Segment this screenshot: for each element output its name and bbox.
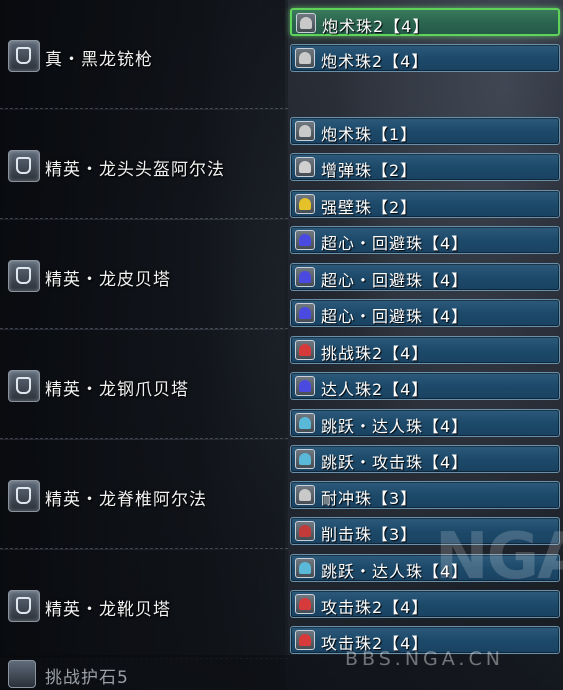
decoration-label: 炮术珠2【4】 xyxy=(322,17,430,36)
armor-name: 精英・龙钢爪贝塔 xyxy=(45,380,189,400)
gem-color xyxy=(299,489,311,501)
decoration-gem-icon xyxy=(295,376,315,396)
armor-row-helmet[interactable]: 精英・龙头头盔阿尔法 xyxy=(0,110,288,219)
decoration-gem-icon xyxy=(295,121,315,141)
charm-icon xyxy=(8,660,36,688)
decoration-gem-icon xyxy=(295,594,315,614)
gem-color xyxy=(299,417,311,429)
armor-row-chest[interactable]: 精英・龙皮贝塔 xyxy=(0,220,288,329)
decoration-gem-icon xyxy=(295,48,315,68)
gem-color xyxy=(299,271,311,283)
decoration-label: 跳跃・攻击珠【4】 xyxy=(321,453,469,472)
decoration-label: 达人珠2【4】 xyxy=(321,380,429,399)
decoration-slot[interactable]: 增弹珠【2】 xyxy=(290,153,560,181)
chest-icon xyxy=(8,260,40,292)
legs-icon xyxy=(8,590,40,622)
gem-color xyxy=(299,598,311,610)
gem-color xyxy=(299,562,311,574)
decoration-label: 炮术珠【1】 xyxy=(321,125,418,144)
decoration-gem-icon xyxy=(295,485,315,505)
watermark-url: BBS.NGA.CN xyxy=(345,648,504,670)
gem-color xyxy=(299,634,311,646)
decoration-slot[interactable]: 炮术珠2【4】 xyxy=(290,44,560,72)
decoration-slot[interactable]: 强壁珠【2】 xyxy=(290,190,560,218)
decoration-gem-icon xyxy=(295,303,315,323)
decoration-label: 挑战珠2【4】 xyxy=(321,344,429,363)
decoration-label: 耐冲珠【3】 xyxy=(321,489,418,508)
armor-name: 真・黑龙铳枪 xyxy=(45,50,153,70)
decoration-gem-icon xyxy=(295,194,315,214)
arms-icon xyxy=(8,370,40,402)
decoration-gem-icon xyxy=(295,558,315,578)
decoration-gem-icon xyxy=(295,630,315,650)
decoration-label: 跳跃・达人珠【4】 xyxy=(321,417,469,436)
gem-color xyxy=(299,125,311,137)
decoration-slot[interactable]: 攻击珠2【4】 xyxy=(290,590,560,618)
decoration-label: 超心・回避珠【4】 xyxy=(321,307,469,326)
decoration-slot[interactable]: 跳跃・攻击珠【4】 xyxy=(290,445,560,473)
decoration-slot[interactable]: 耐冲珠【3】 xyxy=(290,481,560,509)
gem-color xyxy=(299,344,311,356)
armor-name: 精英・龙靴贝塔 xyxy=(45,600,171,620)
gem-color xyxy=(299,234,311,246)
armor-row-waist[interactable]: 精英・龙脊椎阿尔法 xyxy=(0,440,288,549)
decoration-gem-icon xyxy=(295,230,315,250)
armor-name: 精英・龙皮贝塔 xyxy=(45,270,171,290)
decoration-slot[interactable]: 跳跃・达人珠【4】 xyxy=(290,409,560,437)
armor-row-arms[interactable]: 精英・龙钢爪贝塔 xyxy=(0,330,288,439)
gem-color xyxy=(299,161,311,173)
decoration-label: 削击珠【3】 xyxy=(321,525,418,544)
decoration-gem-icon xyxy=(295,267,315,287)
armor-name: 精英・龙脊椎阿尔法 xyxy=(45,490,207,510)
waist-icon xyxy=(8,480,40,512)
decoration-gem-icon xyxy=(296,13,316,33)
decoration-gem-icon xyxy=(295,340,315,360)
decoration-slot[interactable]: 超心・回避珠【4】 xyxy=(290,299,560,327)
gem-color xyxy=(299,525,311,537)
gem-color xyxy=(299,198,311,210)
decoration-slot[interactable]: 超心・回避珠【4】 xyxy=(290,263,560,291)
armor-name: 精英・龙头头盔阿尔法 xyxy=(45,160,225,180)
decoration-label: 攻击珠2【4】 xyxy=(321,598,429,617)
decoration-slot[interactable]: 达人珠2【4】 xyxy=(290,372,560,400)
helmet-icon xyxy=(8,150,40,182)
decoration-label: 超心・回避珠【4】 xyxy=(321,271,469,290)
decoration-gem-icon xyxy=(295,521,315,541)
gem-color xyxy=(299,380,311,392)
decoration-slot[interactable]: 炮术珠2【4】 xyxy=(290,8,560,36)
decoration-label: 增弹珠【2】 xyxy=(321,161,418,180)
charm-name: 挑战护石5 xyxy=(45,668,129,688)
decoration-label: 强壁珠【2】 xyxy=(321,198,418,217)
gem-color xyxy=(299,453,311,465)
gunlance-icon xyxy=(8,40,40,72)
decoration-label: 炮术珠2【4】 xyxy=(321,52,429,71)
armor-row-legs[interactable]: 精英・龙靴贝塔 xyxy=(0,550,288,659)
watermark-logo: NGA xyxy=(435,520,563,594)
decoration-label: 超心・回避珠【4】 xyxy=(321,234,469,253)
decoration-gem-icon xyxy=(295,157,315,177)
gem-color xyxy=(299,307,311,319)
decoration-slot[interactable]: 挑战珠2【4】 xyxy=(290,336,560,364)
armor-row-weapon[interactable]: 真・黑龙铳枪 xyxy=(0,0,288,109)
gem-color xyxy=(300,17,312,29)
decoration-slot[interactable]: 炮术珠【1】 xyxy=(290,117,560,145)
decoration-slot[interactable]: 超心・回避珠【4】 xyxy=(290,226,560,254)
decoration-gem-icon xyxy=(295,413,315,433)
gem-color xyxy=(299,52,311,64)
decoration-gem-icon xyxy=(295,449,315,469)
